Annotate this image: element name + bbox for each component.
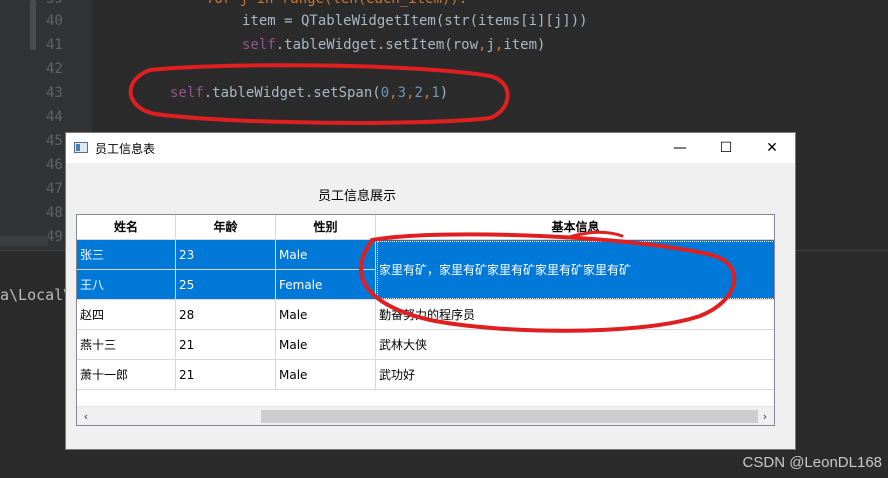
code-line-40: item = QTableWidgetItem(str(items[i][j])… [242,13,588,29]
code-text: .tableWidget.setItem(row [275,37,479,53]
table-cell-info[interactable]: 勤奋努力的程序员 [376,300,774,330]
code-text: j [486,37,495,53]
table-cell-gender[interactable]: Male [276,330,376,360]
gutter-scroll-mark [30,0,36,50]
terminal-text: a\LocalV [0,286,73,304]
line-number: 40 [46,13,63,29]
code-number: 3 [397,85,407,101]
code-text: ) [439,85,449,101]
code-number: 0 [380,85,390,101]
maximize-icon: ☐ [719,140,733,156]
code-text: item) [503,37,546,53]
line-number: 41 [46,37,63,53]
code-self-keyword: self [170,85,204,101]
table-cell-age[interactable]: 23 [176,240,276,270]
table-cell-name[interactable]: 赵四 [77,300,176,330]
header-basic-info[interactable]: 基本信息 [376,215,774,240]
table-cell-name[interactable]: 燕十三 [77,330,176,360]
table-cell-name[interactable]: 萧十一郎 [77,360,176,390]
scroll-left-arrow-icon[interactable]: ‹ [79,409,93,424]
employee-info-window: 员工信息表 — ☐ ✕ 员工信息展示 姓名 年龄 性别 基本信息 张三 23 M… [66,133,795,449]
table-cell-spanned-info[interactable]: 家里有矿，家里有矿家里有矿家里有矿家里有矿 [376,240,774,300]
window-title: 员工信息表 [95,142,156,156]
table-cell-name[interactable]: 王八 [77,270,176,300]
header-age[interactable]: 年龄 [176,215,276,240]
code-self-keyword: self [242,37,276,53]
table-cell-age[interactable]: 25 [176,270,276,300]
table-caption-label: 员工信息展示 [317,189,396,204]
table-cell-age[interactable]: 21 [176,330,276,360]
table-cell-info[interactable]: 武功好 [376,360,774,390]
app-window-icon [74,142,88,153]
code-number: 2 [414,85,423,101]
maximize-button[interactable]: ☐ [703,133,749,163]
close-icon: ✕ [766,140,778,156]
line-number: 42 [46,61,63,77]
window-titlebar[interactable]: 员工信息表 — ☐ ✕ [66,133,795,163]
table-cell-info[interactable]: 武林大侠 [376,330,774,360]
editor-horizontal-scrollbar[interactable] [0,236,48,246]
watermark: CSDN @LeonDL168 [742,454,882,471]
table-cell-gender[interactable]: Female [276,270,376,300]
minimize-icon: — [673,140,687,156]
table-cell-gender[interactable]: Male [276,360,376,390]
code-number: 1 [431,85,440,101]
table-horizontal-scrollbar[interactable]: ‹ › [77,406,774,425]
table-cell-age[interactable]: 21 [176,360,276,390]
scrollbar-thumb[interactable] [261,410,758,423]
line-number: 43 [46,85,63,101]
header-name[interactable]: 姓名 [77,215,176,240]
close-button[interactable]: ✕ [749,133,795,163]
employee-table[interactable]: 姓名 年龄 性别 基本信息 张三 23 Male 王八 25 Female 家里… [76,214,775,426]
header-gender[interactable]: 性别 [276,215,376,240]
scroll-right-arrow-icon[interactable]: › [758,409,772,424]
table-cell-name[interactable]: 张三 [77,240,176,270]
line-number: 44 [46,109,63,125]
code-line-41: self.tableWidget.setItem(row,j,item) [242,33,545,57]
table-cell-gender[interactable]: Male [276,300,376,330]
table-cell-gender[interactable]: Male [276,240,376,270]
table-cell-age[interactable]: 28 [176,300,276,330]
code-line-43: self.tableWidget.setSpan(0,3,2,1) [170,85,449,101]
code-text: .tableWidget.setSpan( [203,85,381,101]
minimize-button[interactable]: — [657,133,703,163]
